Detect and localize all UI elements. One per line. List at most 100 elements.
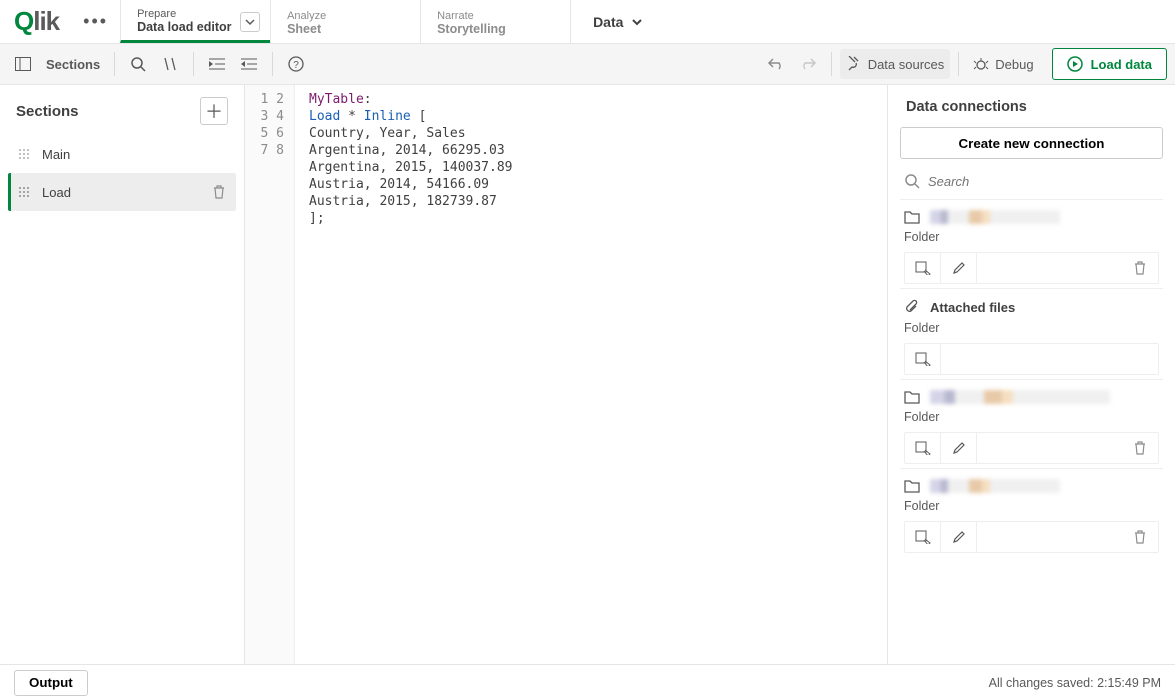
grip-icon [18, 148, 30, 160]
sections-title: Sections [16, 103, 79, 120]
connection-name-redacted [930, 390, 1110, 404]
outdent-icon [241, 57, 257, 71]
sections-toggle[interactable]: Sections [40, 49, 106, 79]
delete-connection-button[interactable] [1122, 522, 1158, 552]
more-menu[interactable]: ••• [71, 0, 120, 43]
sections-panel: Sections ＋ Main Load [0, 85, 245, 664]
tab-narrate[interactable]: Narrate Storytelling [420, 0, 570, 43]
edit-icon [952, 261, 966, 275]
comment-button[interactable] [155, 49, 185, 79]
tab-prepare[interactable]: Prepare Data load editor [120, 0, 270, 43]
toolbar: Sections ? Data sources Debug Load data [0, 44, 1175, 85]
outdent-button[interactable] [234, 49, 264, 79]
comment-icon [162, 57, 178, 71]
tab-prepare-big: Data load editor [137, 20, 254, 34]
svg-text:?: ? [293, 60, 299, 71]
footer: Output All changes saved: 2:15:49 PM [0, 664, 1175, 700]
connection-name: Attached files [930, 300, 1015, 315]
main-area: Sections ＋ Main Load 1 2 3 4 5 6 7 8 MyT… [0, 85, 1175, 664]
trash-icon [1133, 261, 1147, 275]
edit-icon [952, 441, 966, 455]
connection-actions [904, 521, 1159, 553]
debug-button[interactable]: Debug [967, 49, 1039, 79]
chevron-down-icon [631, 16, 643, 28]
tab-prepare-small: Prepare [137, 8, 254, 20]
connection-actions [904, 252, 1159, 284]
delete-connection-button[interactable] [1122, 253, 1158, 283]
undo-button[interactable] [761, 49, 791, 79]
tab-narrate-small: Narrate [437, 10, 554, 22]
section-item-main[interactable]: Main [8, 135, 236, 173]
edit-connection-button[interactable] [941, 253, 977, 283]
folder-icon [904, 479, 920, 493]
edit-connection-button[interactable] [941, 433, 977, 463]
connection-item: Folder [900, 199, 1163, 288]
help-icon: ? [288, 56, 304, 72]
tab-analyze-small: Analyze [287, 10, 404, 22]
grip-icon [18, 186, 30, 198]
edit-connection-button[interactable] [941, 522, 977, 552]
save-status: All changes saved: 2:15:49 PM [989, 676, 1161, 690]
connection-type: Folder [904, 230, 1159, 244]
search-icon [904, 173, 920, 189]
folder-icon [904, 390, 920, 404]
line-gutter: 1 2 3 4 5 6 7 8 [245, 85, 295, 664]
tab-narrate-big: Storytelling [437, 22, 554, 36]
help-button[interactable]: ? [281, 49, 311, 79]
connections-title: Data connections [900, 99, 1163, 115]
connection-actions [904, 432, 1159, 464]
folder-icon [904, 210, 920, 224]
panel-icon [15, 57, 31, 71]
connection-search-input[interactable] [928, 174, 1161, 189]
plug-icon [846, 56, 862, 72]
select-data-button[interactable] [905, 522, 941, 552]
connection-name-redacted [930, 479, 1060, 493]
chevron-down-icon [245, 17, 255, 27]
prepare-dropdown[interactable] [240, 12, 260, 32]
select-data-icon [915, 530, 931, 544]
play-circle-icon [1067, 56, 1083, 72]
create-connection-button[interactable]: Create new connection [900, 127, 1163, 159]
search-button[interactable] [123, 49, 153, 79]
connection-item: Folder [900, 468, 1163, 557]
redo-button[interactable] [793, 49, 823, 79]
select-data-button[interactable] [905, 253, 941, 283]
select-data-button[interactable] [905, 433, 941, 463]
data-menu[interactable]: Data [570, 0, 665, 43]
search-icon [130, 56, 146, 72]
code-editor[interactable]: 1 2 3 4 5 6 7 8 MyTable: Load * Inline [… [245, 85, 888, 664]
select-data-button[interactable] [905, 344, 941, 374]
connection-item: Folder [900, 379, 1163, 468]
connection-type: Folder [904, 321, 1159, 335]
tab-analyze[interactable]: Analyze Sheet [270, 0, 420, 43]
bug-icon [973, 56, 989, 72]
edit-icon [952, 530, 966, 544]
connection-type: Folder [904, 410, 1159, 424]
connections-panel: Data connections Create new connection F… [888, 85, 1175, 664]
select-data-icon [915, 441, 931, 455]
connection-search[interactable] [900, 169, 1163, 199]
section-label: Main [42, 147, 70, 162]
trash-icon [1133, 441, 1147, 455]
app-logo: Qlik [0, 0, 71, 43]
code-content[interactable]: MyTable: Load * Inline [ Country, Year, … [295, 85, 887, 664]
tab-analyze-big: Sheet [287, 22, 404, 36]
select-data-icon [915, 352, 931, 366]
trash-icon [212, 185, 226, 199]
delete-connection-button[interactable] [1122, 433, 1158, 463]
delete-section-button[interactable] [212, 185, 226, 199]
section-item-load[interactable]: Load [8, 173, 236, 211]
data-sources-button[interactable]: Data sources [840, 49, 951, 79]
undo-icon [767, 57, 785, 71]
load-data-button[interactable]: Load data [1052, 48, 1167, 80]
trash-icon [1133, 530, 1147, 544]
connection-actions [904, 343, 1159, 375]
connection-item: Attached files Folder [900, 288, 1163, 379]
indent-button[interactable] [202, 49, 232, 79]
toggle-panel-button[interactable] [8, 49, 38, 79]
add-section-button[interactable]: ＋ [200, 97, 228, 125]
top-nav: Qlik ••• Prepare Data load editor Analyz… [0, 0, 1175, 44]
redo-icon [799, 57, 817, 71]
output-button[interactable]: Output [14, 670, 88, 696]
attachment-icon [904, 299, 920, 315]
